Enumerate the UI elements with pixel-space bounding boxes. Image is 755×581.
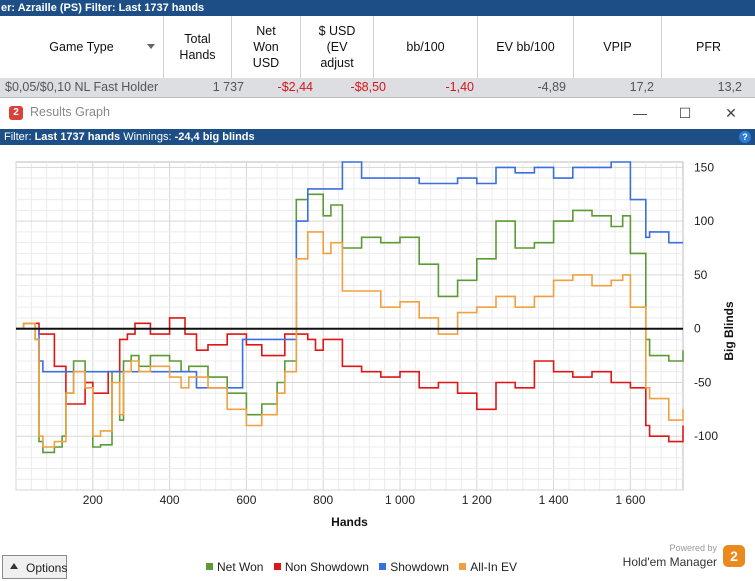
y-axis-label: Big Blinds (722, 301, 736, 361)
options-up-arrow-icon (10, 563, 18, 569)
y-tick-label: 150 (694, 160, 714, 174)
table-row[interactable]: $0,05/$0,10 NL Fast Holder 1 737 -$2,44 … (0, 78, 755, 98)
col-ev-adjusted[interactable]: $ USD (EV adjust (301, 16, 374, 78)
col-vpip[interactable]: VPIP (574, 16, 662, 78)
window-titlebar[interactable]: 2 Results Graph — ☐ ✕ (0, 98, 755, 128)
legend-item-showdown[interactable]: Showdown (379, 560, 449, 574)
cell-vpip: 17,2 (629, 80, 654, 94)
col-bb100-label: bb/100 (406, 40, 445, 54)
legend-label: Showdown (390, 560, 449, 574)
holdem-manager-brand: Powered by Hold'em Manager 2 (623, 543, 745, 577)
col-ev-bb100-label: EV bb/100 (496, 40, 555, 54)
graph-footer: Options Net Won Non Showdown Showdown Al… (0, 543, 755, 581)
options-button[interactable]: Options (2, 555, 67, 579)
legend-label: Net Won (217, 560, 264, 574)
legend-item-net-won[interactable]: Net Won (206, 560, 263, 574)
brand-name: Hold'em Manager (622, 555, 717, 569)
cell-ev-bb100: -4,89 (537, 80, 567, 94)
stats-table-header: Game Type Total Hands Net Won USD $ USD … (0, 16, 755, 79)
y-tick-label: 50 (694, 268, 708, 282)
col-game-type[interactable]: Game Type (0, 16, 164, 78)
x-tick-label: 400 (160, 493, 180, 507)
minimize-button[interactable]: — (618, 98, 662, 128)
x-tick-label: 1 400 (539, 493, 569, 507)
col-pfr[interactable]: PFR (662, 16, 755, 78)
col-vpip-label: VPIP (603, 40, 632, 54)
legend-swatch (459, 563, 467, 570)
col-total-hands[interactable]: Total Hands (164, 16, 232, 78)
y-tick-label: 100 (694, 214, 714, 228)
close-button[interactable]: ✕ (709, 98, 753, 128)
results-graph-window: 2 Results Graph — ☐ ✕ Filter: Last 1737 … (0, 98, 755, 581)
cell-game-type: $0,05/$0,10 NL Fast Holder (5, 80, 159, 94)
legend-swatch (273, 563, 281, 570)
cell-bb100: -1,40 (445, 80, 475, 94)
x-tick-label: 200 (83, 493, 103, 507)
col-ev-bb100[interactable]: EV bb/100 (478, 16, 574, 78)
help-icon[interactable]: ? (739, 131, 751, 143)
hm2-logo-icon: 2 (723, 545, 745, 567)
powered-by-text: Powered by (669, 543, 717, 553)
x-tick-label: 800 (313, 493, 333, 507)
col-net-won[interactable]: Net Won USD (232, 16, 301, 78)
col-net-won-label: Net Won USD (252, 24, 280, 70)
winnings-value: -24,4 big blinds (174, 131, 255, 143)
col-pfr-label: PFR (696, 40, 721, 54)
account-filter-bar: er: Azraille (PS) Filter: Last 1737 hand… (0, 0, 755, 16)
filter-label: Filter: (4, 131, 32, 143)
legend-label: All-In EV (470, 560, 517, 574)
x-tick-label: 1 000 (385, 493, 415, 507)
legend-item-all-in-ev[interactable]: All-In EV (459, 560, 517, 574)
sort-arrow-icon[interactable] (147, 44, 155, 49)
y-tick-label: -50 (694, 375, 712, 389)
col-game-type-label: Game Type (49, 40, 114, 54)
x-tick-label: 600 (236, 493, 256, 507)
graph-filter-bar: Filter: Last 1737 hands Winnings: -24,4 … (0, 129, 755, 145)
x-tick-label: 1 600 (615, 493, 645, 507)
hm2-app-icon: 2 (9, 106, 23, 120)
legend-label: Non Showdown (284, 560, 369, 574)
chart-legend: Net Won Non Showdown Showdown All-In EV (206, 560, 524, 574)
filter-value: Last 1737 hands (34, 131, 121, 143)
winnings-label: Winnings: (123, 131, 172, 143)
x-tick-label: 1 200 (462, 493, 492, 507)
col-total-hands-label: Total Hands (179, 32, 216, 62)
col-bb100[interactable]: bb/100 (374, 16, 478, 78)
legend-swatch (379, 563, 387, 570)
account-filter-text: er: Azraille (PS) Filter: Last 1737 hand… (1, 2, 205, 14)
legend-item-non-showdown[interactable]: Non Showdown (273, 560, 369, 574)
cell-pfr: 13,2 (717, 80, 742, 94)
y-tick-label: -100 (694, 429, 718, 443)
window-title: Results Graph (30, 105, 110, 119)
y-tick-label: 0 (694, 322, 701, 336)
col-ev-adjusted-label: $ USD (EV adjust (318, 24, 356, 70)
x-axis-label: Hands (331, 515, 368, 529)
results-chart: 200 400 600 800 1 000 1 200 1 400 1 600 150 100 50… (15, 160, 736, 529)
maximize-button[interactable]: ☐ (663, 98, 707, 128)
options-label: Options (26, 561, 68, 575)
legend-swatch (206, 563, 213, 570)
